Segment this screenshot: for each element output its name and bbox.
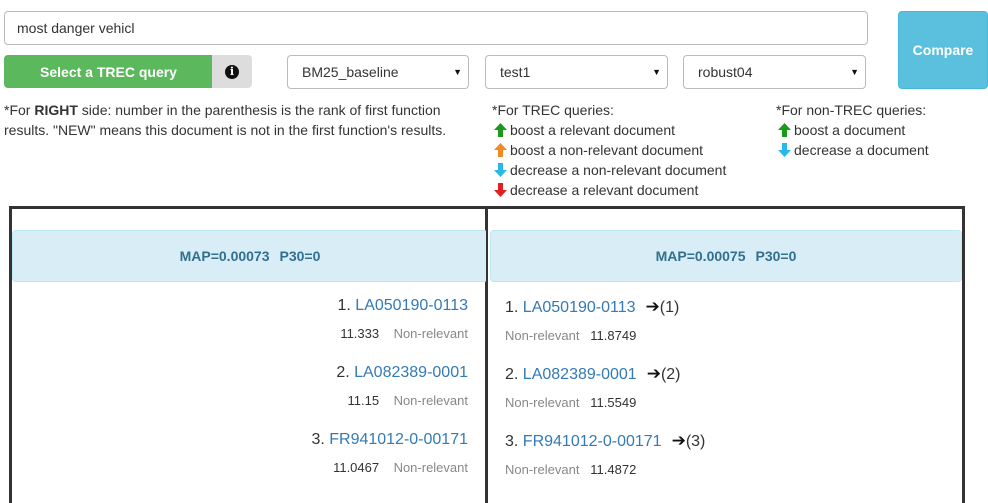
left-metrics-bar: MAP=0.00073 P30=0 [12,230,488,282]
result-rank: 1. [505,299,519,316]
arrow-down-cyan-icon [776,141,794,159]
right-p30-value: P30=0 [755,248,797,264]
result-score: 11.333 [340,326,380,341]
result-doc-link[interactable]: LA082389-0001 [354,364,468,381]
result-score: 11.5549 [590,395,637,410]
info-button[interactable]: i [212,55,252,88]
trec-legend: *For TREC queries: boost a relevant docu… [492,100,752,200]
result-item: 3. FR941012-0-00171 ➔(3) Non-relevant 11.4… [505,431,705,477]
arrow-right-icon: ➔ [645,297,660,316]
left-map-value: MAP=0.00073 [179,248,270,264]
note-rest-2: results. "NEW" means this document is no… [4,122,447,138]
note-prefix: *For [4,102,35,118]
right-side-note: *For RIGHT side: number in the parenthes… [4,100,474,140]
result-rank: 2. [505,366,519,383]
result-item: 3. FR941012-0-00171 11.0467 Non-relevant [311,431,468,475]
result-score: 11.15 [347,393,380,408]
note-bold: RIGHT [34,102,78,118]
result-doc-link[interactable]: LA050190-0113 [355,297,468,314]
legend-item: decrease a relevant document [492,180,752,200]
trec-legend-title: *For TREC queries: [492,102,614,118]
legend-text: boost a relevant document [510,122,675,138]
nontrec-legend: *For non-TREC queries: boost a document d… [776,100,976,160]
arrow-right-icon: ➔ [671,431,686,450]
legend-item: boost a relevant document [492,120,752,140]
collection-select[interactable]: robust04 ▼ [683,55,866,89]
result-rank: 3. [505,433,519,450]
result-doc-link[interactable]: FR941012-0-00171 [329,431,468,448]
result-item: 1. LA050190-0113 11.333 Non-relevant [338,297,469,341]
compare-button[interactable]: Compare [898,11,988,89]
result-rank: 1. [337,297,351,314]
result-score: 11.8749 [590,328,637,343]
right-map-value: MAP=0.00075 [655,248,746,264]
function-a-select[interactable]: BM25_baseline ▼ [287,55,469,89]
arrow-down-red-icon [492,181,510,199]
chevron-down-icon: ▼ [652,67,661,77]
legend-text: boost a document [794,122,906,138]
arrow-down-cyan-icon [492,161,510,179]
function-a-value: BM25_baseline [302,64,399,80]
relevance-label: Non-relevant [505,395,580,410]
result-doc-link[interactable]: LA050190-0113 [523,299,636,316]
info-icon: i [225,64,239,79]
legend-item: decrease a document [776,140,976,160]
nontrec-legend-title: *For non-TREC queries: [776,102,927,118]
arrow-up-green-icon [776,121,794,139]
legend-item: decrease a non-relevant document [492,160,752,180]
legend-text: decrease a document [794,142,929,158]
arrow-right-icon: ➔ [646,364,661,383]
function-b-value: test1 [500,64,531,80]
right-results-panel: MAP=0.00075 P30=0 1. LA050190-0113 ➔(1) No… [486,206,965,503]
arrow-up-green-icon [492,121,510,139]
chevron-down-icon: ▼ [453,67,462,77]
legend-text: decrease a relevant document [510,182,699,198]
relevance-label: Non-relevant [505,328,580,343]
relevance-label: Non-relevant [505,462,580,477]
result-rank: 3. [311,431,325,448]
query-input[interactable]: most danger vehicl [4,11,868,45]
previous-rank: (3) [685,433,706,450]
result-item: 2. LA082389-0001 11.15 Non-relevant [336,364,468,408]
note-rest-1: side: number in the parenthesis is the r… [77,102,441,118]
result-rank: 2. [336,364,350,381]
collection-value: robust04 [698,64,753,80]
relevance-label: Non-relevant [393,460,468,475]
result-score: 11.4872 [590,462,637,477]
function-b-select[interactable]: test1 ▼ [485,55,668,89]
result-item: 1. LA050190-0113 ➔(1) Non-relevant 11.8749 [505,297,679,343]
result-score: 11.0467 [333,460,380,475]
previous-rank: (1) [659,299,680,316]
select-trec-query-button[interactable]: Select a TREC query [4,55,213,88]
legend-text: boost a non-relevant document [510,142,704,158]
legend-item: boost a non-relevant document [492,140,752,160]
legend-item: boost a document [776,120,976,140]
previous-rank: (2) [660,366,681,383]
left-results-panel: MAP=0.00073 P30=0 1. LA050190-0113 11.333… [9,206,488,503]
result-doc-link[interactable]: LA082389-0001 [523,366,637,383]
legend-text: decrease a non-relevant document [510,162,727,178]
result-doc-link[interactable]: FR941012-0-00171 [523,433,662,450]
arrow-up-orange-icon [492,141,510,159]
result-item: 2. LA082389-0001 ➔(2) Non-relevant 11.5549 [505,364,681,410]
chevron-down-icon: ▼ [850,67,859,77]
left-p30-value: P30=0 [279,248,321,264]
relevance-label: Non-relevant [393,393,468,408]
relevance-label: Non-relevant [393,326,468,341]
right-metrics-bar: MAP=0.00075 P30=0 [490,230,962,282]
